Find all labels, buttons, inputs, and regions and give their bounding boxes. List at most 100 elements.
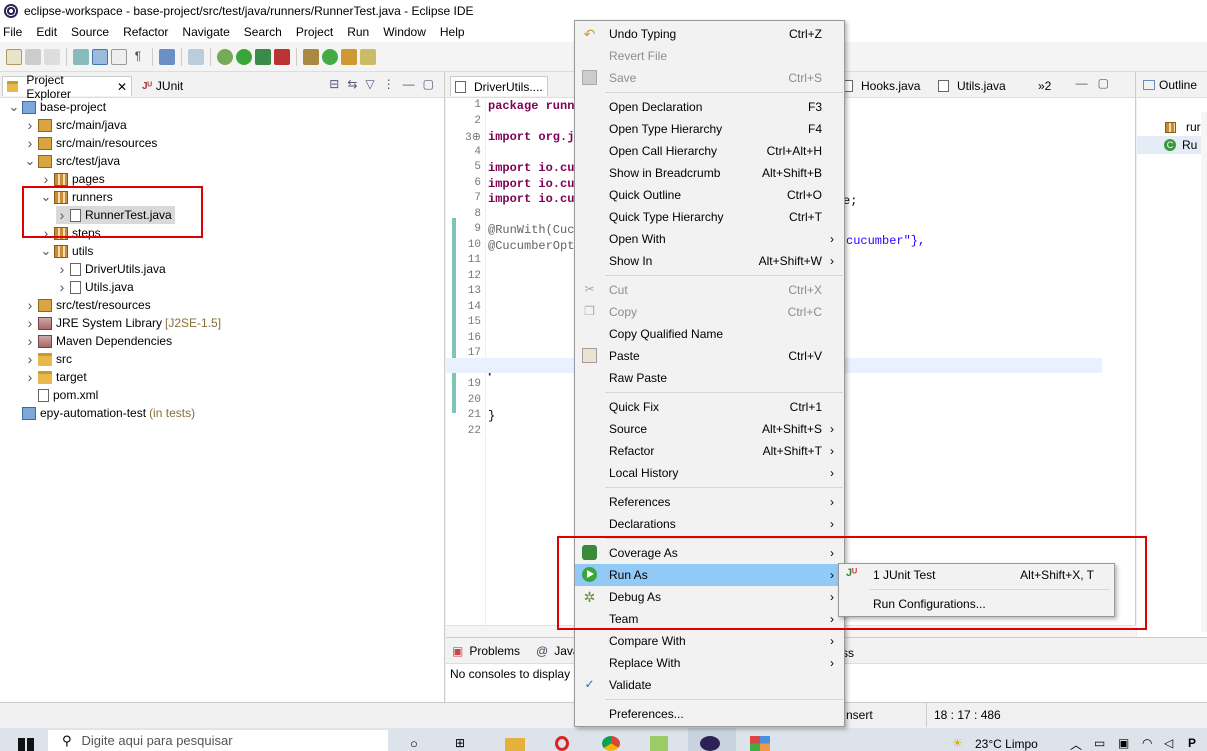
minimize-icon[interactable]: — [1076,76,1088,90]
menu-item-replace-with[interactable]: Replace With › [575,652,844,674]
terminal-icon[interactable] [159,48,175,65]
external-tools-icon[interactable] [274,48,290,65]
tree-item-src-main-resources[interactable]: › src/main/resources [24,134,158,152]
view-menu-icon[interactable]: ⋮ [383,77,395,91]
new-java-package-icon[interactable] [303,48,319,65]
tray-language-icon[interactable]: P [1188,736,1196,750]
cortana-icon[interactable]: ○ [410,736,418,751]
tree-item-pom-xml[interactable]: pom.xml [24,386,98,404]
chevron-right-icon[interactable]: › [24,297,36,313]
chevron-right-icon[interactable]: › [40,171,52,187]
menu-item-preferences[interactable]: Preferences... [575,703,844,725]
chevron-down-icon[interactable]: ⌄ [8,99,20,115]
menu-project[interactable]: Project [296,25,333,39]
chevron-right-icon[interactable]: › [56,279,68,295]
menu-item-quick-fix[interactable]: Quick Fix Ctrl+1 [575,396,844,418]
open-type-icon[interactable] [73,48,89,65]
outline-tab[interactable]: Outline [1137,72,1207,98]
maximize-icon[interactable]: ▢ [423,77,434,91]
menu-item-revert-file[interactable]: Revert File [575,45,844,67]
menu-file[interactable]: File [3,25,22,39]
menu-item-show-in-breadcrumb[interactable]: Show in Breadcrumb Alt+Shift+B [575,162,844,184]
menu-refactor[interactable]: Refactor [123,25,168,39]
opera-icon[interactable] [555,736,569,751]
outline-scrollbar[interactable] [1201,112,1207,632]
editor-tab-2[interactable]: Utils.java [934,76,1010,96]
tree-item-epy-automation-test[interactable]: epy-automation-test (in tests) [8,404,195,422]
close-icon[interactable]: ✕ [117,80,127,94]
menu-item-local-history[interactable]: Local History › [575,462,844,484]
chevron-right-icon[interactable]: › [24,117,36,133]
outline-item-import[interactable]: rur [1165,120,1201,134]
save-all-icon[interactable] [44,48,60,65]
editor-tab-3[interactable]: »2 [1034,76,1055,96]
tree-item-jre-system-library[interactable]: › JRE System Library [J2SE-1.5] [24,314,221,332]
tray-network-icon[interactable]: ▭ [1094,736,1105,750]
menu-item-paste[interactable]: Paste Ctrl+V [575,345,844,367]
save-toolbar-icon[interactable] [25,48,41,65]
eclipse-taskbar-icon[interactable] [700,736,720,751]
tree-item-driverutils-java[interactable]: › DriverUtils.java [56,260,166,278]
outline-item-class[interactable]: C Ru [1137,136,1207,154]
menu-item-open-declaration[interactable]: Open Declaration F3 [575,96,844,118]
menu-navigate[interactable]: Navigate [182,25,229,39]
app-icon[interactable] [750,736,770,751]
menu-item-declarations[interactable]: Declarations › [575,513,844,535]
chevron-down-icon[interactable]: ⌄ [24,153,36,169]
menu-search[interactable]: Search [244,25,282,39]
menu-item-copy-qualified-name[interactable]: Copy Qualified Name [575,323,844,345]
menu-item-save[interactable]: Save Ctrl+S [575,67,844,89]
menu-item-quick-outline[interactable]: Quick Outline Ctrl+O [575,184,844,206]
filter-icon[interactable]: ▽ [365,77,374,91]
chevron-right-icon[interactable]: › [24,333,36,349]
tab-problems[interactable]: Problems [469,644,520,658]
chevron-right-icon[interactable]: › [24,315,36,331]
tree-item-src-test-java[interactable]: ⌄ src/test/java [24,152,120,170]
menu-run[interactable]: Run [347,25,369,39]
show-whitespace-icon[interactable]: ¶ [130,49,146,65]
menu-item-open-type-hierarchy[interactable]: Open Type Hierarchy F4 [575,118,844,140]
task-view-icon[interactable]: ⊞ [455,736,465,750]
open-task-icon[interactable] [341,48,357,65]
menu-item-compare-with[interactable]: Compare With › [575,630,844,652]
run-toolbar-icon[interactable] [236,48,252,65]
file-explorer-icon[interactable] [505,738,525,751]
menu-window[interactable]: Window [383,25,426,39]
new-icon[interactable] [6,48,22,65]
tree-item-target[interactable]: › target [24,368,87,386]
windows-start-icon[interactable] [18,738,34,751]
menu-item-undo-typing[interactable]: ↶ Undo Typing Ctrl+Z [575,23,844,45]
notepad-icon[interactable] [650,736,668,751]
tray-wifi-icon[interactable]: ◠ [1142,736,1152,750]
menu-item-show-in[interactable]: Show In Alt+Shift+W › [575,250,844,272]
menu-source[interactable]: Source [71,25,109,39]
menu-help[interactable]: Help [440,25,465,39]
menu-item-raw-paste[interactable]: Raw Paste [575,367,844,389]
chevron-right-icon[interactable]: › [24,351,36,367]
menu-item-open-call-hierarchy[interactable]: Open Call Hierarchy Ctrl+Alt+H [575,140,844,162]
tree-item-src-test-resources[interactable]: › src/test/resources [24,296,151,314]
search-toolbar-icon[interactable] [360,48,376,65]
chevron-down-icon[interactable]: ⌄ [40,243,52,259]
editor-tab-0[interactable]: DriverUtils.... [450,76,548,96]
menu-item-copy[interactable]: ❐ Copy Ctrl+C [575,301,844,323]
tab-junit[interactable]: Jᵁ JUnit [138,76,187,96]
skip-breakpoints-icon[interactable] [188,48,204,65]
editor-tab-1[interactable]: Hooks.java [838,76,924,96]
block-selection-icon[interactable] [111,48,127,65]
new-java-class-icon[interactable] [322,48,338,65]
chevron-right-icon[interactable]: › [56,261,68,277]
tray-volume-icon[interactable]: ◁ [1164,736,1173,750]
debug-toolbar-icon[interactable] [217,48,233,65]
collapse-all-icon[interactable]: ⊟ [329,77,339,91]
menu-item-validate[interactable]: ✓ Validate [575,674,844,696]
menu-edit[interactable]: Edit [36,25,57,39]
tab-project-explorer[interactable]: Project Explorer ✕ [2,73,132,101]
chevron-right-icon[interactable]: › [24,135,36,151]
tree-item-utils[interactable]: ⌄ utils [40,242,94,260]
tree-item-utils-java[interactable]: › Utils.java [56,278,134,296]
coverage-toolbar-icon[interactable] [255,48,271,65]
tray-chevron-icon[interactable]: ︿ [1070,736,1082,751]
menu-item-open-with[interactable]: Open With › [575,228,844,250]
tree-item-src-main-java[interactable]: › src/main/java [24,116,127,134]
